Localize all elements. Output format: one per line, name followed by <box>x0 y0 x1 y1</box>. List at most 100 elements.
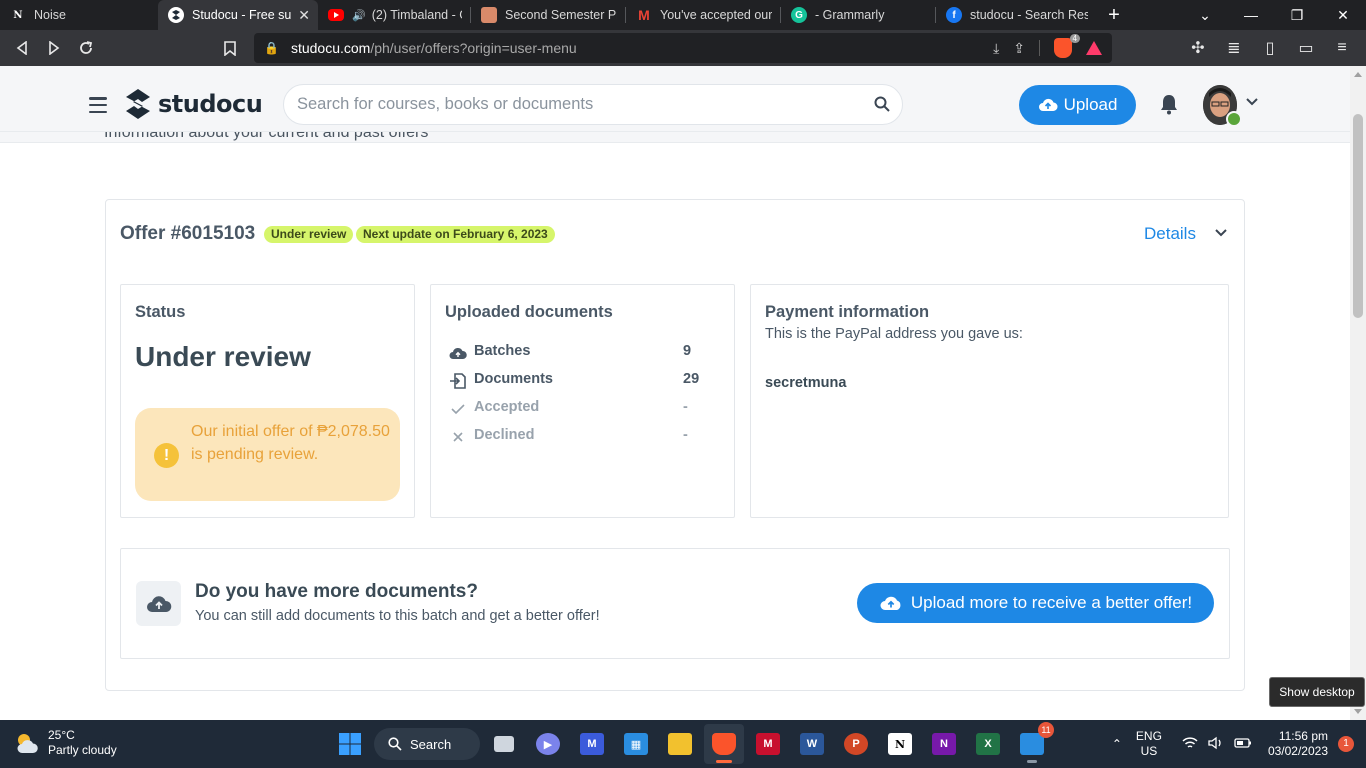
wallet-icon[interactable]: ▭ <box>1290 32 1322 64</box>
speaker-icon: 🔊 <box>352 9 366 22</box>
x-icon <box>453 432 463 442</box>
brave-shields-icon[interactable]: 4 <box>1054 34 1080 58</box>
language-indicator[interactable]: ENG US <box>1136 729 1162 759</box>
battery-icon[interactable] <box>1234 736 1252 753</box>
chevron-down-icon[interactable] <box>1214 228 1228 238</box>
chevron-up-icon[interactable]: ⌃ <box>1112 737 1122 751</box>
mcafee-icon[interactable]: M <box>748 724 788 764</box>
list-item: Accepted - <box>449 399 709 419</box>
hamburger-menu-icon[interactable] <box>89 97 107 113</box>
system-tray: ⌃ ENG US 11:56 pm 03/02/2023 1 <box>1112 720 1366 768</box>
list-item: Documents 29 <box>449 371 709 391</box>
gmail-icon: M <box>638 7 650 23</box>
partly-cloudy-icon <box>17 734 38 753</box>
address-bar[interactable]: 🔒 studocu.com/ph/user/offers?origin=user… <box>254 33 1112 63</box>
install-app-icon[interactable]: ⤓ <box>993 40 999 57</box>
share-icon[interactable]: ⇪ <box>1013 40 1025 57</box>
cloud-upload-icon <box>449 347 467 359</box>
word-icon[interactable]: W <box>792 724 832 764</box>
notion-icon: N <box>13 9 23 21</box>
details-link[interactable]: Details <box>1144 224 1196 244</box>
tab-grammarly[interactable]: G - Grammarly <box>781 0 935 30</box>
upload-button[interactable]: Upload <box>1019 85 1136 125</box>
offer-title: Offer #6015103 <box>120 223 256 244</box>
exclamation-icon: ! <box>154 443 179 468</box>
clock[interactable]: 11:56 pm 03/02/2023 <box>1268 729 1328 759</box>
show-desktop-tooltip: Show desktop <box>1269 677 1365 707</box>
payment-heading: Payment information <box>765 303 930 321</box>
teams-chat-icon[interactable]: ▶ <box>528 724 568 764</box>
tab-gmail[interactable]: M You've accepted our offer <box>626 0 780 30</box>
search-icon[interactable] <box>874 96 890 112</box>
back-icon[interactable] <box>6 32 38 64</box>
next-update-badge: Next update on February 6, 2023 <box>356 226 555 243</box>
windows-icon <box>339 733 361 755</box>
paypal-address: secretmuna <box>765 375 847 391</box>
sidebar-icon[interactable]: ▯ <box>1254 32 1286 64</box>
search-bar[interactable] <box>283 84 903 125</box>
teams-icon[interactable]: 11 <box>1012 722 1054 764</box>
upload-more-button[interactable]: Upload more to receive a better offer! <box>857 583 1214 623</box>
notification-badge[interactable]: 1 <box>1338 736 1354 752</box>
onenote-icon[interactable]: N <box>924 724 964 764</box>
more-documents-title: Do you have more documents? <box>195 581 478 602</box>
studocu-icon <box>168 7 184 23</box>
status-value: Under review <box>135 341 311 372</box>
page-scrollbar[interactable] <box>1350 66 1366 720</box>
notion-icon[interactable]: N <box>880 724 920 764</box>
scroll-down-icon[interactable] <box>1354 709 1362 714</box>
list-item: Batches 9 <box>449 343 709 363</box>
close-window-button[interactable]: ✕ <box>1320 0 1366 30</box>
check-icon <box>451 404 465 415</box>
tab-studocu[interactable]: Studocu - Free sum ✕ <box>158 0 318 30</box>
offer-notice: ! Our initial offer of ₱2,078.50 is pend… <box>135 408 400 501</box>
payment-panel: Payment information This is the PayPal a… <box>750 284 1229 518</box>
bookmark-icon[interactable] <box>214 32 246 64</box>
task-view-icon[interactable] <box>484 724 524 764</box>
windows-taskbar: 25°C Partly cloudy Search ▶ M ▦ M W P N … <box>0 720 1366 768</box>
tab-noise[interactable]: N Noise <box>0 0 158 30</box>
forward-icon[interactable] <box>38 32 70 64</box>
cloud-upload-icon <box>880 596 901 610</box>
app-icon[interactable]: M <box>572 724 612 764</box>
brave-rewards-icon[interactable] <box>1086 41 1102 55</box>
tab-facebook-search[interactable]: f studocu - Search Results <box>936 0 1096 30</box>
excel-icon[interactable]: X <box>968 724 1008 764</box>
wifi-icon[interactable] <box>1182 736 1198 753</box>
chevron-down-icon[interactable] <box>1245 97 1259 107</box>
taskbar-search[interactable]: Search <box>374 728 480 760</box>
extensions-icon[interactable]: ✣ <box>1182 32 1214 64</box>
playlist-icon[interactable]: ≣ <box>1218 32 1250 64</box>
tab-second-semester[interactable]: Second Semester Prelim <box>471 0 625 30</box>
weather-widget[interactable]: 25°C Partly cloudy <box>14 728 117 758</box>
bell-icon[interactable] <box>1158 93 1180 115</box>
close-tab-icon[interactable]: ✕ <box>298 7 310 24</box>
start-button[interactable] <box>330 724 370 764</box>
microsoft-store-icon[interactable]: ▦ <box>616 724 656 764</box>
uploaded-documents-panel: Uploaded documents Batches 9 Documents 2… <box>430 284 735 518</box>
browser-tab-strip: N Noise Studocu - Free sum ✕ 🔊 (2) Timba… <box>0 0 1366 30</box>
scrollbar-thumb[interactable] <box>1353 114 1363 318</box>
document-icon <box>481 7 497 23</box>
brave-browser-icon[interactable] <box>704 724 744 764</box>
browser-toolbar: 🔒 studocu.com/ph/user/offers?origin=user… <box>0 30 1366 66</box>
offer-card: Offer #6015103 Under review Next update … <box>105 199 1245 691</box>
status-panel: Status Under review ! Our initial offer … <box>120 284 415 518</box>
scroll-up-icon[interactable] <box>1354 72 1362 77</box>
lock-icon: 🔒 <box>264 41 279 55</box>
tab-search-chevron-icon[interactable]: ⌄ <box>1182 0 1228 30</box>
tab-youtube[interactable]: 🔊 (2) Timbaland - Giv <box>318 0 470 30</box>
restore-button[interactable]: ❐ <box>1274 0 1320 30</box>
search-input[interactable] <box>297 95 857 114</box>
powerpoint-icon[interactable]: P <box>836 724 876 764</box>
new-tab-button[interactable]: + <box>1096 0 1132 30</box>
studocu-logo[interactable]: studocu <box>122 87 263 121</box>
reload-icon[interactable] <box>70 32 102 64</box>
menu-icon[interactable]: ≡ <box>1326 32 1358 64</box>
file-explorer-icon[interactable] <box>660 724 700 764</box>
upload-more-section: Do you have more documents? You can stil… <box>120 548 1230 659</box>
minimize-button[interactable]: — <box>1228 0 1274 30</box>
document-import-icon <box>450 373 466 389</box>
volume-icon[interactable] <box>1208 736 1224 753</box>
studocu-logo-icon <box>126 89 150 119</box>
